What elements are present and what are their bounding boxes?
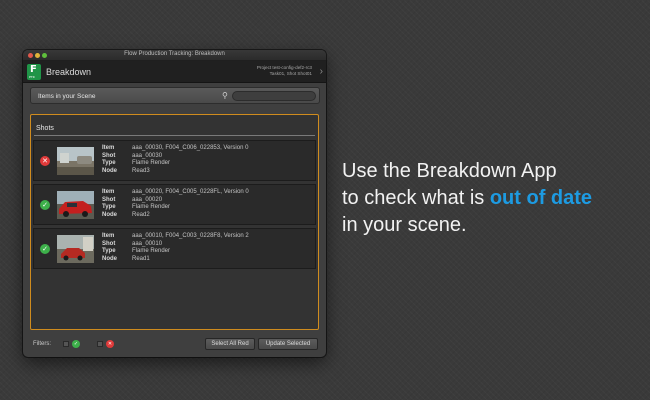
type-value: Flame Render: [132, 160, 171, 167]
app-header: F PTR Breakdown Project test-config-def2…: [23, 61, 326, 83]
type-value: Flame Render: [132, 248, 171, 255]
field-values: aaa_00020, F004_C005_0228FL, Version 0 a…: [132, 189, 249, 220]
label-shot: Shot: [102, 196, 116, 203]
label-type: Type: [102, 160, 116, 167]
shot-value: aaa_00010: [132, 240, 163, 247]
label-type: Type: [102, 248, 116, 255]
list-item[interactable]: ✕ Item Shot Type Node aaa_00030, F004_C0…: [33, 140, 316, 181]
promo-line-2-prefix: to check what is: [342, 187, 490, 209]
update-selected-button[interactable]: Update Selected: [258, 338, 318, 350]
shot-thumbnail: [57, 191, 94, 219]
context-info[interactable]: Project test-config-def2-rc3 Task01, Sho…: [257, 65, 312, 77]
select-all-red-button[interactable]: Select All Red: [205, 338, 255, 350]
type-value: Flame Render: [132, 204, 171, 211]
status-up-to-date-icon: ✓: [40, 244, 50, 254]
title-bar[interactable]: Flow Production Tracking: Breakdown: [23, 50, 326, 61]
status-out-of-date-icon: ✕: [40, 156, 50, 166]
field-labels: Item Shot Type Node: [102, 233, 117, 264]
filter-ok-checkbox[interactable]: [63, 341, 69, 347]
label-item: Item: [102, 233, 115, 239]
search-icon: ⚲: [222, 91, 228, 100]
field-values: aaa_00030, F004_C006_022853, Version 0 a…: [132, 145, 248, 176]
section-divider: [34, 135, 315, 136]
logo-sub: PTR: [29, 75, 35, 79]
label-node: Node: [102, 168, 117, 175]
filters-label: Filters:: [33, 341, 51, 347]
promo-line-2: to check what is out of date: [342, 185, 642, 212]
app-logo-icon: F PTR: [27, 64, 41, 80]
filter-out-of-date-icon: ✕: [106, 340, 114, 348]
label-item: Item: [102, 145, 115, 151]
item-value: aaa_00020, F004_C005_0228FL, Version 0: [132, 189, 249, 195]
search-bar: Items in your Scene ⚲: [30, 87, 320, 104]
field-labels: Item Shot Type Node: [102, 145, 117, 176]
shot-value: aaa_00020: [132, 196, 163, 203]
search-input[interactable]: [232, 91, 316, 101]
items-heading: Items in your Scene: [38, 93, 96, 100]
label-node: Node: [102, 256, 117, 263]
filter-up-to-date-icon: ✓: [72, 340, 80, 348]
item-value: aaa_00010, F004_C003_0228F8, Version 2: [132, 233, 249, 239]
section-title: Shots: [36, 125, 54, 132]
shot-value: aaa_00030: [132, 152, 163, 159]
field-labels: Item Shot Type Node: [102, 189, 117, 220]
logo-letter: F: [30, 64, 37, 75]
label-shot: Shot: [102, 240, 116, 247]
promo-text: Use the Breakdown App to check what is o…: [342, 158, 642, 239]
field-values: aaa_00010, F004_C003_0228F8, Version 2 a…: [132, 233, 249, 264]
list-item[interactable]: ✓ Item Shot Type Node aaa_00020, F004_C0…: [33, 184, 316, 225]
filter-bad-checkbox[interactable]: [97, 341, 103, 347]
window-title: Flow Production Tracking: Breakdown: [124, 51, 225, 57]
items-panel: Shots ✕ Item Shot Type Node aaa_00030, F…: [30, 114, 319, 330]
label-type: Type: [102, 204, 116, 211]
breakdown-window: Flow Production Tracking: Breakdown F PT…: [23, 50, 326, 357]
promo-line-3: in your scene.: [342, 214, 467, 236]
node-value: Read3: [132, 168, 150, 175]
node-value: Read1: [132, 256, 150, 263]
app-name: Breakdown: [46, 67, 92, 77]
list-item[interactable]: ✓ Item Shot Type Node aaa_00010, F004_C0…: [33, 228, 316, 269]
promo-accent: out of date: [489, 187, 593, 209]
shot-thumbnail: [57, 235, 94, 263]
shot-thumbnail: [57, 147, 94, 175]
item-value: aaa_00030, F004_C006_022853, Version 0: [132, 145, 249, 151]
label-shot: Shot: [102, 152, 116, 159]
status-up-to-date-icon: ✓: [40, 200, 50, 210]
chevron-right-icon[interactable]: ›: [320, 66, 323, 77]
node-value: Read2: [132, 212, 150, 219]
label-node: Node: [102, 212, 117, 219]
promo-line-1: Use the Breakdown App: [342, 160, 557, 182]
context-task: Task01, Shot Shot01: [269, 71, 312, 76]
label-item: Item: [102, 189, 115, 195]
